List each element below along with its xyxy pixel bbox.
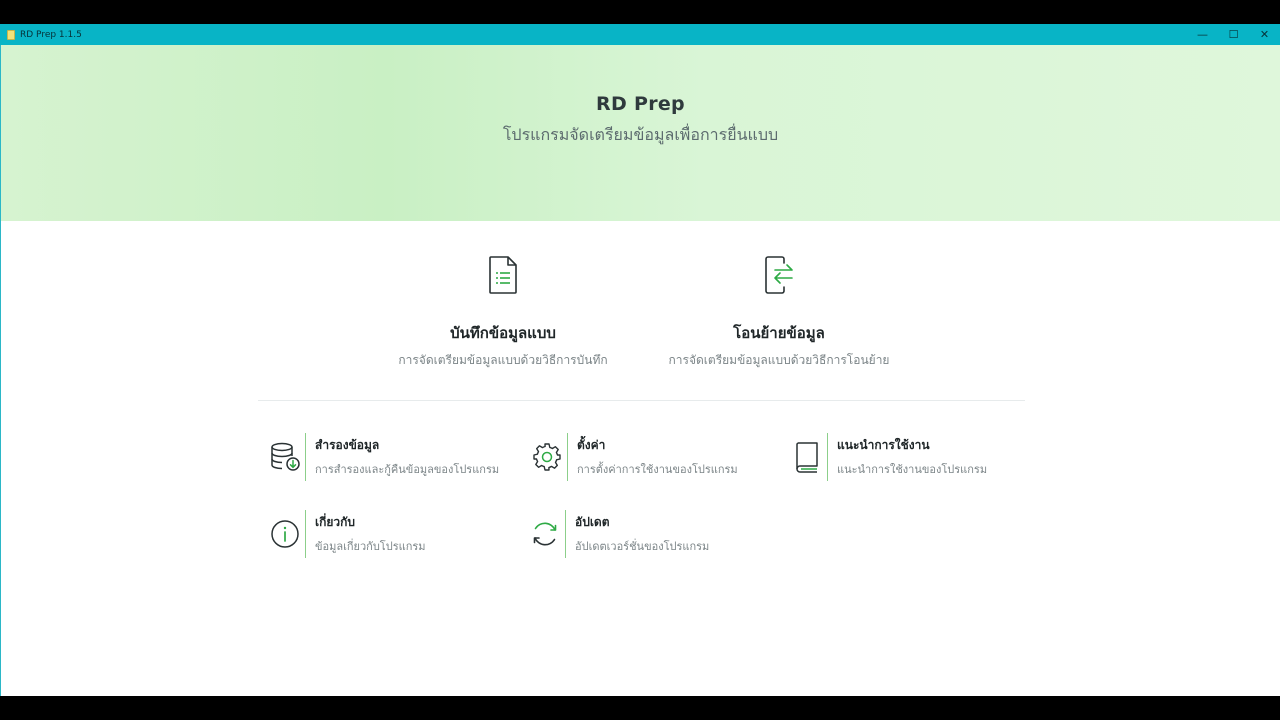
backup-description: การสำรองและกู้คืนข้อมูลของโปรแกรม [315,463,500,476]
app-icon [7,29,15,40]
tool-separator [305,510,306,558]
settings-title: ตั้งค่า [577,438,606,452]
guide-title: แนะนำการใช้งาน [837,438,930,452]
section-divider [258,400,1025,401]
settings-tool[interactable]: ตั้งค่า การตั้งค่าการใช้งานของโปรแกรม [529,433,738,481]
book-icon [796,442,818,473]
document-list-icon [489,256,517,294]
record-data-card[interactable]: บันทึกข้อมูลแบบ การจัดเตรียมข้อมูลแบบด้ว… [373,255,633,370]
hero-banner: RD Prep โปรแกรมจัดเตรียมข้อมูลเพื่อการยื… [1,45,1280,221]
refresh-icon [533,522,557,546]
backup-tool[interactable]: สำรองข้อมูล การสำรองและกู้คืนข้อมูลของโป… [267,433,499,481]
about-title: เกี่ยวกับ [315,515,356,529]
settings-description: การตั้งค่าการใช้งานของโปรแกรม [577,463,738,476]
tool-separator [565,510,566,558]
tool-separator [305,433,306,481]
transfer-icon [765,256,793,294]
about-description: ข้อมูลเกี่ยวกับโปรแกรม [315,540,426,553]
transfer-data-description: การจัดเตรียมข้อมูลแบบด้วยวิธีการโอนย้าย [668,353,890,367]
gear-icon [533,443,561,471]
database-backup-icon [271,442,300,471]
record-data-title: บันทึกข้อมูลแบบ [450,324,556,342]
transfer-data-card[interactable]: โอนย้ายข้อมูล การจัดเตรียมข้อมูลแบบด้วยว… [649,255,909,370]
guide-description: แนะนำการใช้งานของโปรแกรม [837,463,988,476]
update-tool[interactable]: อัปเดต อัปเดตเวอร์ชั่นของโปรแกรม [527,510,709,558]
window-title: RD Prep 1.1.5 [20,29,82,40]
app-title: RD Prep [596,93,685,115]
info-icon [271,520,299,548]
app-subtitle: โปรแกรมจัดเตรียมข้อมูลเพื่อการยื่นแบบ [502,125,779,144]
tool-separator [567,433,568,481]
update-title: อัปเดต [575,515,610,529]
minimize-button[interactable]: — [1187,24,1218,45]
window-controls: — ☐ ✕ [1187,24,1280,45]
about-tool[interactable]: เกี่ยวกับ ข้อมูลเกี่ยวกับโปรแกรม [267,510,426,558]
transfer-data-title: โอนย้ายข้อมูล [733,324,825,342]
maximize-button[interactable]: ☐ [1218,24,1249,45]
guide-tool[interactable]: แนะนำการใช้งาน แนะนำการใช้งานของโปรแกรม [789,433,987,481]
update-description: อัปเดตเวอร์ชั่นของโปรแกรม [575,540,710,553]
window-titlebar[interactable]: RD Prep 1.1.5 — ☐ ✕ [0,24,1280,45]
backup-title: สำรองข้อมูล [315,438,380,452]
tool-separator [827,433,828,481]
record-data-description: การจัดเตรียมข้อมูลแบบด้วยวิธีการบันทึก [398,353,608,367]
app-window: RD Prep โปรแกรมจัดเตรียมข้อมูลเพื่อการยื… [0,45,1280,696]
close-button[interactable]: ✕ [1249,24,1280,45]
